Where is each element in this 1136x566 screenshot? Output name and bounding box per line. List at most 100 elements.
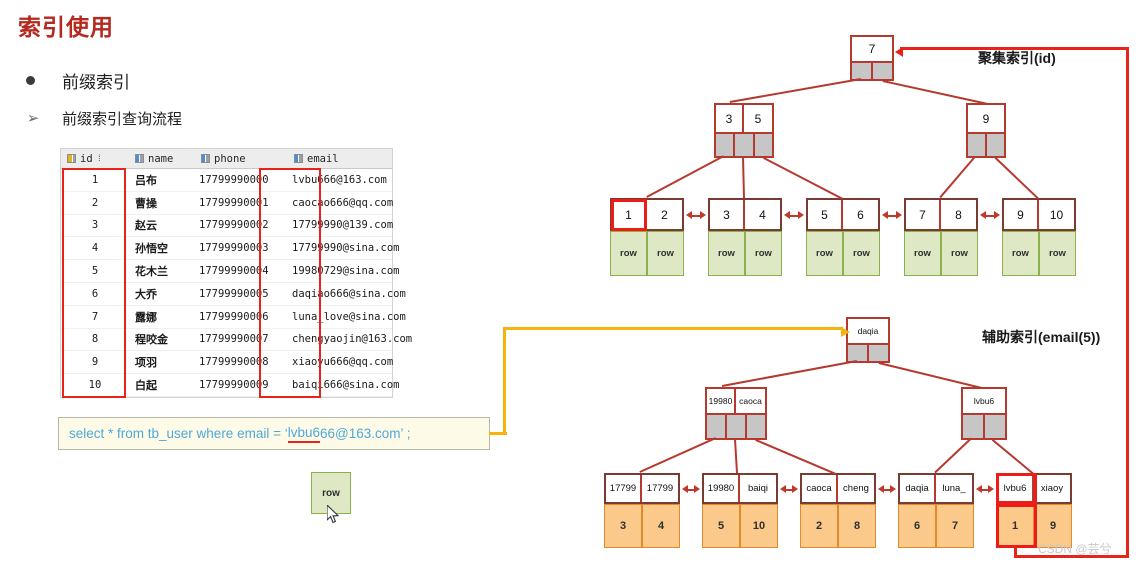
column-header-label: email	[307, 152, 339, 165]
table-cell: 白起	[135, 380, 157, 393]
leaf-key: 4	[759, 207, 766, 222]
bullet-label: 前缀索引查询流程	[62, 111, 183, 128]
sql-query-box: select * from tb_user where email = ‘lvb…	[58, 417, 490, 450]
query-path-segment-right-2	[503, 327, 843, 330]
secondary-leaf-node[interactable]: lvbu6 xiaoy 1 9	[996, 473, 1072, 548]
leaf-sibling-link-icon	[784, 211, 804, 219]
table-cell: chengyaojin@163.com	[292, 333, 413, 346]
tree-edge	[721, 360, 857, 387]
table-row[interactable]: 10 白起 17799990009 baiqi666@sina.com	[61, 374, 399, 397]
node-pointer	[735, 134, 755, 156]
tree-edge	[729, 78, 861, 103]
clustered-leaf-node[interactable]: 7 8 row row	[904, 198, 978, 276]
table-header-row: id ⁞ name phone email	[61, 149, 392, 169]
column-header-email[interactable]: email	[288, 149, 392, 168]
table-cell: 7	[91, 310, 99, 323]
table-row[interactable]: 6 大乔 17799990005 daqiao666@sina.com	[61, 283, 406, 306]
leaf-data-cell: row	[745, 231, 782, 276]
table-cell: 赵云	[135, 220, 157, 233]
bullet-item-query-flow: ➢ 前缀索引查询流程	[26, 108, 182, 129]
column-header-label: name	[148, 152, 174, 165]
leaf-key: 9	[1004, 200, 1039, 229]
table-row[interactable]: 5 花木兰 17799990004 19980729@sina.com	[61, 260, 399, 283]
leaf-key: 17799	[646, 483, 674, 494]
secondary-leaf-node[interactable]: daqia luna_ 6 7	[898, 473, 974, 548]
table-row[interactable]: 9 项羽 17799990008 xiaoyu666@qq.com	[61, 351, 393, 375]
node-key: 7	[852, 37, 892, 61]
leaf-data-cell: row	[843, 231, 880, 276]
clustered-internal-node-left[interactable]: 3 5	[714, 103, 774, 158]
tree-edge	[934, 437, 972, 473]
leaf-data-cell: row	[1002, 231, 1039, 276]
watermark: CSDN @芸兮	[1038, 542, 1112, 556]
clustered-internal-node-right[interactable]: 9	[966, 103, 1006, 158]
node-key: caoca	[736, 389, 765, 413]
column-header-label: phone	[214, 152, 246, 165]
sort-indicator-icon[interactable]: ⁞	[97, 154, 102, 164]
node-pointer	[852, 63, 873, 79]
table-cell: 4	[91, 242, 99, 255]
table-cell: 17799990005	[199, 287, 269, 300]
column-header-name[interactable]: name	[129, 149, 195, 168]
column-header-phone[interactable]: phone	[195, 149, 288, 168]
clustered-leaf-node[interactable]: 9 10 row row	[1002, 198, 1076, 276]
leaf-key: 6	[857, 207, 864, 222]
table-row[interactable]: 8 程咬金 17799990007 chengyaojin@163.com	[61, 329, 413, 352]
table-cell: 10	[88, 379, 102, 392]
node-pointer	[873, 63, 892, 79]
node-key: 9	[968, 105, 1004, 132]
tree-edge	[742, 157, 745, 199]
table-cell: caocao666@qq.com	[292, 196, 394, 209]
secondary-leaf-node[interactable]: 17799 17799 3 4	[604, 473, 680, 548]
leaf-data-cell: row	[647, 231, 684, 276]
table-row[interactable]: 2 曹操 17799990001 caocao666@qq.com	[61, 192, 394, 215]
table-cell: 17799990004	[199, 265, 269, 278]
table-cell: 8	[91, 333, 99, 346]
table-cell: 17799990006	[199, 310, 269, 323]
leaf-data-row: row row	[1002, 231, 1076, 276]
table-cell: 17799990002	[199, 219, 269, 232]
secondary-leaf-node[interactable]: 19980 baiqi 5 10	[702, 473, 778, 548]
table-row[interactable]: 4 孙悟空 17799990003 17799990@sina.com	[61, 237, 400, 261]
table-cell: 17799990003	[199, 242, 269, 255]
leaf-data-cell: 5	[702, 504, 740, 548]
leaf-data-cell: 6	[898, 504, 936, 548]
node-pointer	[754, 134, 772, 156]
table-cell: 花木兰	[135, 266, 168, 279]
leaf-data-cell: row	[610, 231, 647, 276]
node-pointer	[747, 415, 765, 438]
node-key: daqia	[848, 319, 888, 343]
leaf-key: 8	[955, 207, 962, 222]
table-row[interactable]: 1 吕布 17799990000 lvbu666@163.com	[61, 169, 392, 192]
clustered-leaf-node[interactable]: 5 6 row row	[806, 198, 880, 276]
leaf-data-cell: row	[806, 231, 843, 276]
table-row[interactable]: 3 赵云 17799990002 17799990@139.com	[61, 215, 393, 238]
secondary-internal-node-right[interactable]: lvbu6	[961, 387, 1007, 440]
table-cell: 17799990001	[199, 196, 269, 209]
sql-underlined-prefix: lvbu6	[287, 425, 320, 443]
leaf-data-cell: row	[941, 231, 978, 276]
leaf-sibling-link-icon	[780, 485, 798, 493]
column-icon	[201, 154, 210, 163]
column-icon	[135, 154, 144, 163]
leaf-key-row: lvbu6 xiaoy	[996, 473, 1072, 504]
secondary-internal-node-left[interactable]: 19980 caoca	[705, 387, 767, 440]
clustered-leaf-node[interactable]: 1 2 row row	[610, 198, 684, 276]
leaf-key: caoca	[802, 475, 838, 502]
table-body: 1 吕布 17799990000 lvbu666@163.com 2 曹操 17799990…	[61, 169, 413, 397]
secondary-leaf-node[interactable]: caoca cheng 2 8	[800, 473, 876, 548]
table-cell: 17799990@sina.com	[292, 242, 400, 255]
leaf-key: xiaoy	[1040, 483, 1064, 494]
table-row[interactable]: 7 露娜 17799990006 luna_love@sina.com	[61, 306, 406, 329]
clustered-root-node[interactable]: 7	[850, 35, 894, 81]
leaf-data-row: 28	[800, 504, 876, 548]
leaf-data-row: 5 10	[702, 504, 778, 548]
leaf-key-row: caoca cheng	[800, 473, 876, 504]
secondary-root-node[interactable]: daqia	[846, 317, 890, 363]
bullet-label: 前缀索引	[62, 73, 130, 92]
tree-edge	[882, 80, 988, 105]
clustered-leaf-node[interactable]: 3 4 row row	[708, 198, 782, 276]
leaf-key: 10	[1049, 207, 1064, 222]
column-header-id[interactable]: id ⁞	[61, 149, 129, 168]
table-cell: 17799990007	[199, 333, 269, 346]
